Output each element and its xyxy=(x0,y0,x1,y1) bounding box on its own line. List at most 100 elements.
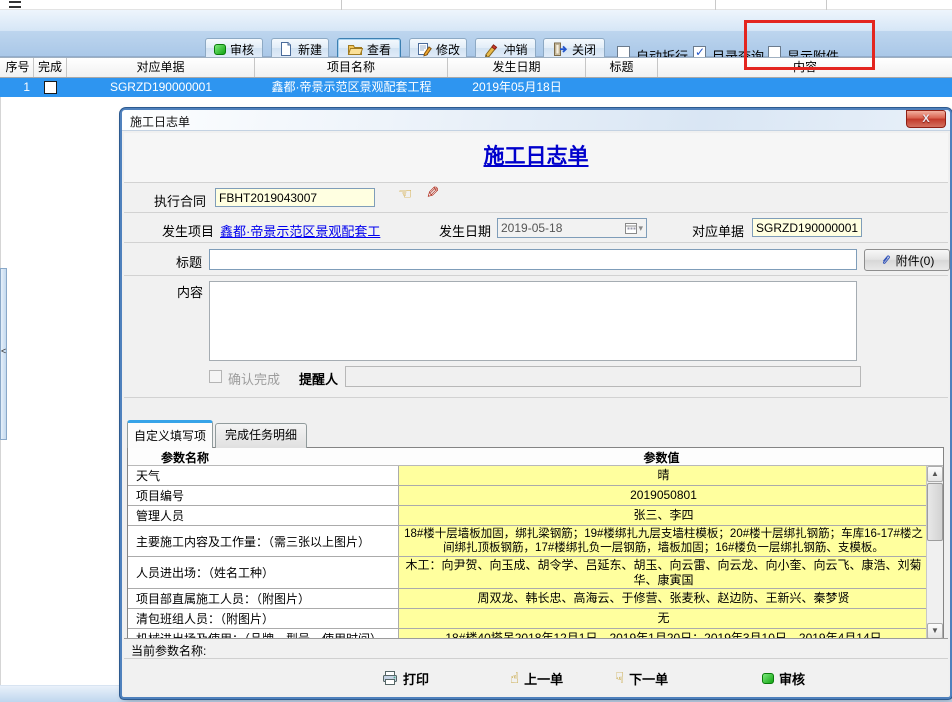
param-value-header: 参数值 xyxy=(397,449,926,466)
print-button-label: 打印 xyxy=(403,669,429,688)
calendar-icon xyxy=(625,222,637,234)
title-row: 标题 附件(0) xyxy=(124,243,948,276)
toolbar: 审核 新建 查看 修改 冲销 关闭 自动折行 目录查询 显示附件 xyxy=(0,10,952,57)
contract-label: 执行合同 xyxy=(154,191,206,210)
modify-button-label: 修改 xyxy=(436,41,460,58)
hand-down-icon: ☟ xyxy=(615,671,624,686)
param-row[interactable]: 主要施工内容及工作量：（需三张以上图片） 18#楼十层墙板加固，绑扎梁钢筋；19… xyxy=(128,526,943,557)
previous-doc-button[interactable]: ☝ 上一单 xyxy=(510,668,563,688)
date-picker[interactable]: 2019-05-18 ▾ xyxy=(497,218,647,238)
param-value[interactable]: 张三、李四 xyxy=(398,506,928,525)
close-door-icon xyxy=(552,41,568,57)
reminder-label: 提醒人 xyxy=(299,369,338,388)
param-value[interactable]: 晴 xyxy=(398,466,928,485)
content-section: 内容 确认完成 提醒人 xyxy=(124,276,948,398)
column-header-project[interactable]: 项目名称 xyxy=(255,58,448,77)
param-row[interactable]: 人员进出场：（姓名工种） 木工：向尹贺、向玉成、胡令学、吕延东、胡玉、向云雷、向… xyxy=(128,557,943,589)
param-row[interactable]: 管理人员 张三、李四 xyxy=(128,506,943,526)
view-folder-icon xyxy=(347,41,363,57)
attachment-button[interactable]: 附件(0) xyxy=(864,249,950,271)
param-value[interactable]: 周双龙、韩长忠、高海云、于修营、张麦秋、赵边防、王新兴、秦梦贤 xyxy=(398,589,928,608)
content-textarea[interactable] xyxy=(209,281,857,361)
top-divider xyxy=(341,0,342,10)
construction-log-dialog: 施工日志单 X 施工日志单 执行合同 ☜ ✎ 发生项目 鑫都·帝景示范区景观配套… xyxy=(122,110,950,697)
print-icon xyxy=(382,670,398,686)
param-row[interactable]: 项目部直属施工人员：（附图片） 周双龙、韩长忠、高海云、于修营、张麦秋、赵边防、… xyxy=(128,589,943,609)
dropdown-arrow-icon[interactable]: ▾ xyxy=(638,223,643,234)
dialog-close-button[interactable]: X xyxy=(906,110,946,128)
picker-hand-icon[interactable]: ☜ xyxy=(398,186,412,204)
dialog-footer: 打印 ☝ 上一单 ☟ 下一单 审核 xyxy=(124,659,948,695)
print-button[interactable]: 打印 xyxy=(382,668,429,688)
param-name: 人员进出场：（姓名工种） xyxy=(128,557,398,588)
top-divider xyxy=(826,0,827,10)
panel-splitter[interactable]: < xyxy=(0,268,7,440)
column-header-seq[interactable]: 序号 xyxy=(2,58,34,77)
param-name: 天气 xyxy=(128,466,398,485)
dialog-titlebar[interactable]: 施工日志单 X xyxy=(122,110,950,131)
param-value[interactable]: 无 xyxy=(398,609,928,628)
param-row[interactable]: 天气 晴 xyxy=(128,466,943,486)
tab-custom-fields[interactable]: 自定义填写项 xyxy=(127,420,213,448)
previous-doc-label: 上一单 xyxy=(524,669,563,688)
new-button-label: 新建 xyxy=(298,41,322,58)
top-divider xyxy=(715,0,716,10)
param-value[interactable]: 18#楼十层墙板加固，绑扎梁钢筋；19#楼绑扎九层支墙柱模板；20#楼十层绑扎钢… xyxy=(398,526,928,556)
scroll-up-icon[interactable]: ▲ xyxy=(927,466,943,482)
content-label: 内容 xyxy=(177,282,203,301)
hand-up-icon: ☝ xyxy=(510,671,519,686)
table-row-selected[interactable]: 1 SGRZD190000001 鑫都·帝景示范区景观配套工程 2019年05月… xyxy=(0,78,952,97)
window-top-strip xyxy=(0,0,952,10)
current-param-label: 当前参数名称: xyxy=(131,642,206,659)
project-row: 发生项目 鑫都·帝景示范区景观配套工 发生日期 2019-05-18 ▾ 对应单… xyxy=(124,213,948,243)
param-grid-scrollbar[interactable]: ▲ ▼ xyxy=(926,466,943,639)
edit-pen-icon[interactable]: ✎ xyxy=(426,185,439,203)
writeoff-icon xyxy=(483,41,499,57)
contract-row: 执行合同 ☜ ✎ xyxy=(124,183,948,213)
menu-remnant-icon xyxy=(9,1,21,8)
param-grid: 参数名称 参数值 天气 晴 项目编号 2019050801 管理人员 张三、李四… xyxy=(127,447,944,640)
audit-footer-label: 审核 xyxy=(779,669,805,688)
modify-icon xyxy=(416,41,432,57)
close-button-label: 关闭 xyxy=(572,41,596,58)
param-name-header: 参数名称 xyxy=(161,449,209,466)
audit-footer-button[interactable]: 审核 xyxy=(762,668,805,688)
date-label: 发生日期 xyxy=(439,221,491,240)
grid-header: 序号 完成 对应单据 项目名称 发生日期 标题 内容 xyxy=(0,57,952,78)
param-row[interactable]: 项目编号 2019050801 xyxy=(128,486,943,506)
new-doc-icon xyxy=(278,41,294,57)
param-row[interactable]: 清包班组人员：（附图片） 无 xyxy=(128,609,943,629)
scrollbar-thumb[interactable] xyxy=(927,483,943,541)
param-name: 管理人员 xyxy=(128,506,398,525)
column-header-title[interactable]: 标题 xyxy=(586,58,658,77)
current-param-bar: 当前参数名称: xyxy=(124,638,948,659)
next-doc-button[interactable]: ☟ 下一单 xyxy=(615,668,668,688)
column-header-done[interactable]: 完成 xyxy=(34,58,67,77)
contract-input[interactable] xyxy=(215,188,375,207)
cell-project: 鑫都·帝景示范区景观配套工程 xyxy=(255,78,448,97)
next-doc-label: 下一单 xyxy=(629,669,668,688)
column-header-content[interactable]: 内容 xyxy=(658,58,952,77)
collapse-arrow-icon: < xyxy=(1,347,6,356)
doc-no-input[interactable] xyxy=(752,218,862,237)
param-name: 项目部直属施工人员：（附图片） xyxy=(128,589,398,608)
cell-date: 2019年05月18日 xyxy=(448,78,586,97)
param-name: 主要施工内容及工作量：（需三张以上图片） xyxy=(128,526,398,556)
project-link[interactable]: 鑫都·帝景示范区景观配套工 xyxy=(220,221,380,240)
audit-icon xyxy=(762,673,774,684)
column-header-doc-no[interactable]: 对应单据 xyxy=(67,58,255,77)
param-name: 清包班组人员：（附图片） xyxy=(128,609,398,628)
param-value[interactable]: 木工：向尹贺、向玉成、胡令学、吕延东、胡玉、向云雷、向云龙、向小奎、向云飞、康浩… xyxy=(398,557,928,588)
column-header-date[interactable]: 发生日期 xyxy=(448,58,586,77)
writeoff-button-label: 冲销 xyxy=(503,41,527,58)
form-title: 施工日志单 xyxy=(124,133,948,181)
audit-button-label: 审核 xyxy=(230,41,254,58)
tab-task-detail[interactable]: 完成任务明细 xyxy=(215,423,307,448)
row-done-checkbox[interactable] xyxy=(44,81,57,94)
param-value[interactable]: 2019050801 xyxy=(398,486,928,505)
title-input[interactable] xyxy=(209,249,857,270)
scroll-down-icon[interactable]: ▼ xyxy=(927,623,943,639)
doc-no-label: 对应单据 xyxy=(692,221,744,240)
reminder-input[interactable] xyxy=(345,366,861,387)
confirm-done-checkbox[interactable] xyxy=(209,370,222,383)
